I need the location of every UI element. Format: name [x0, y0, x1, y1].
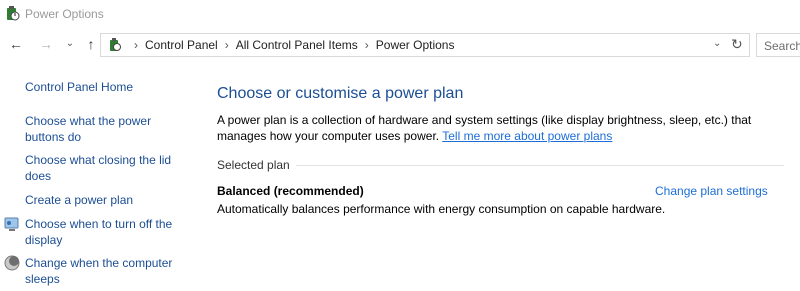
- sidebar-item-computer-sleeps[interactable]: Change when the computer sleeps: [25, 255, 185, 287]
- sleep-moon-icon: [4, 255, 20, 271]
- sidebar-item-closing-lid[interactable]: Choose what closing the lid does: [25, 152, 185, 184]
- page-title: Choose or customise a power plan: [217, 85, 464, 102]
- group-divider: [217, 165, 784, 166]
- address-dropdown-chevron-icon[interactable]: ⌄: [713, 38, 721, 49]
- change-plan-settings-link[interactable]: Change plan settings: [655, 184, 768, 198]
- sidebar-item-turn-off-display[interactable]: Choose when to turn off the display: [25, 216, 185, 248]
- address-bar[interactable]: › Control Panel › All Control Panel Item…: [100, 33, 750, 57]
- breadcrumb-control-panel[interactable]: Control Panel: [145, 38, 218, 52]
- breadcrumb-all-items[interactable]: All Control Panel Items: [236, 38, 358, 52]
- control-panel-icon: [110, 38, 121, 51]
- group-label: Selected plan: [217, 158, 296, 172]
- breadcrumb-separator-icon[interactable]: ›: [365, 38, 369, 52]
- sidebar-item-power-buttons[interactable]: Choose what the power buttons do: [25, 113, 185, 145]
- up-arrow-icon[interactable]: ↑: [83, 36, 99, 52]
- selected-plan-group: Selected plan: [217, 158, 784, 172]
- forward-arrow-icon[interactable]: →: [38, 36, 54, 52]
- plan-description: Automatically balances performance with …: [217, 202, 666, 216]
- title-bar: Power Options: [0, 0, 800, 30]
- navigation-bar: ← → ⌄ ↑ › Control Panel › All Control Pa…: [0, 30, 800, 60]
- sidebar-item-create-plan[interactable]: Create a power plan: [25, 192, 185, 208]
- display-icon: [4, 217, 19, 231]
- learn-more-link[interactable]: Tell me more about power plans: [442, 129, 612, 143]
- breadcrumb-separator-icon[interactable]: ›: [225, 38, 229, 52]
- search-placeholder: Search: [764, 39, 800, 53]
- search-input[interactable]: Search: [756, 33, 800, 57]
- window-title: Power Options: [25, 7, 104, 21]
- page-description: A power plan is a collection of hardware…: [217, 112, 777, 144]
- recent-locations-chevron-icon[interactable]: ⌄: [62, 36, 78, 52]
- sidebar-item-control-panel-home[interactable]: Control Panel Home: [25, 79, 185, 95]
- breadcrumb-separator-icon[interactable]: ›: [134, 38, 138, 52]
- plan-name: Balanced (recommended): [217, 184, 364, 198]
- breadcrumb-power-options[interactable]: Power Options: [376, 38, 455, 52]
- refresh-icon[interactable]: ↻: [731, 36, 743, 53]
- back-arrow-icon[interactable]: ←: [8, 36, 24, 52]
- power-options-icon: [7, 6, 20, 21]
- breadcrumb: › Control Panel › All Control Panel Item…: [127, 34, 454, 56]
